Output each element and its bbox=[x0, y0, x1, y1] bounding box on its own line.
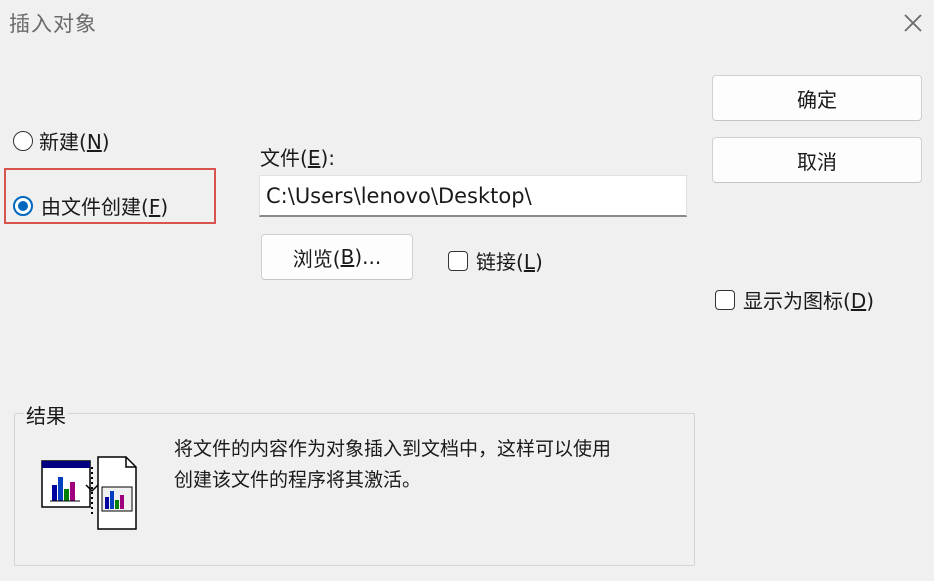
display-as-icon-checkbox[interactable] bbox=[715, 289, 735, 310]
result-line-2: 创建该文件的程序将其激活。 bbox=[174, 469, 422, 491]
file-label: 文件(E): bbox=[260, 146, 335, 170]
ok-button[interactable]: 确定 bbox=[712, 75, 922, 121]
link-checkbox[interactable] bbox=[448, 250, 468, 271]
close-icon bbox=[904, 14, 922, 32]
result-description: 将文件的内容作为对象插入到文档中，这样可以使用 创建该文件的程序将其激活。 bbox=[174, 434, 684, 496]
display-as-icon-row[interactable]: 显示为图标(D) bbox=[715, 285, 874, 314]
radio-create-new-circle[interactable] bbox=[13, 130, 33, 151]
browse-button[interactable]: 浏览(B)... bbox=[261, 234, 413, 280]
insert-file-object-icon bbox=[40, 455, 140, 539]
file-path-input[interactable]: C:\Users\lenovo\Desktop\ bbox=[259, 175, 687, 217]
radio-create-new-label: 新建(N) bbox=[39, 130, 110, 154]
radio-create-new[interactable]: 新建(N) bbox=[13, 126, 110, 155]
display-as-icon-label: 显示为图标(D) bbox=[743, 289, 875, 313]
radio-create-from-file-label: 由文件创建(F) bbox=[41, 195, 169, 219]
link-checkbox-row[interactable]: 链接(L) bbox=[448, 246, 543, 275]
cancel-button[interactable]: 取消 bbox=[712, 137, 922, 183]
close-button[interactable] bbox=[898, 8, 928, 38]
radio-create-from-file-circle[interactable] bbox=[13, 195, 33, 216]
radio-create-from-file[interactable]: 由文件创建(F) bbox=[13, 191, 168, 220]
dialog-title: 插入对象 bbox=[9, 12, 97, 36]
result-group-label: 结果 bbox=[24, 400, 68, 429]
result-line-1: 将文件的内容作为对象插入到文档中，这样可以使用 bbox=[174, 438, 612, 460]
link-checkbox-label: 链接(L) bbox=[476, 250, 543, 274]
